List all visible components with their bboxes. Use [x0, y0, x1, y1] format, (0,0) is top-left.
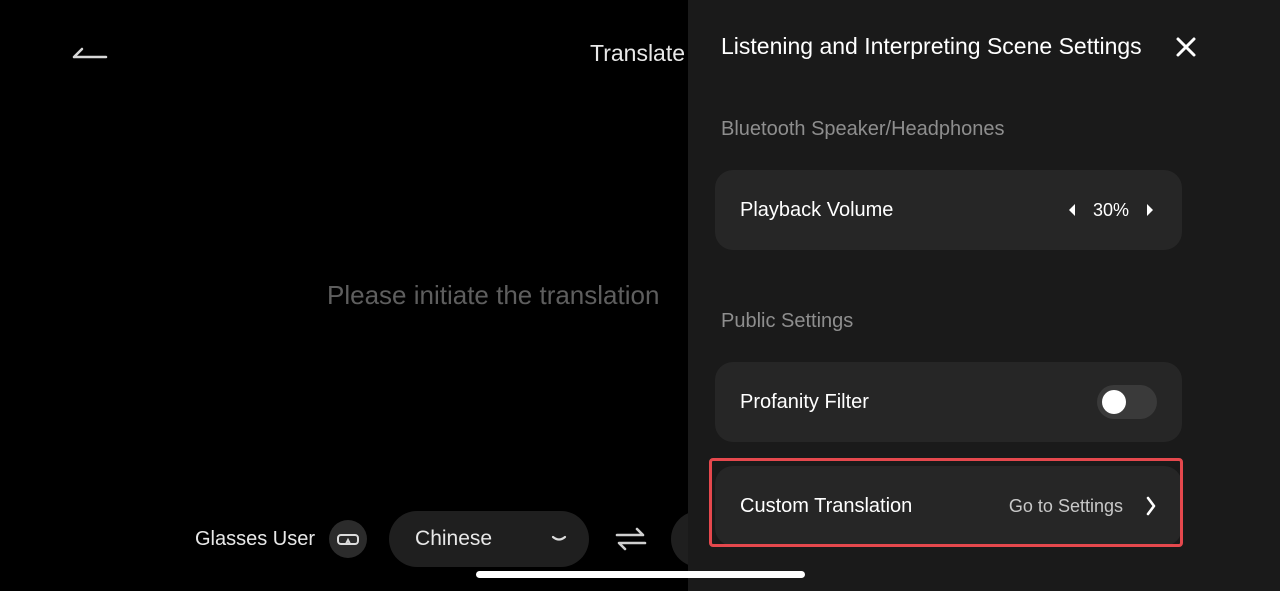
chevron-down-icon — [551, 535, 567, 541]
highlight-box — [709, 458, 1183, 547]
caret-left-icon — [1068, 204, 1075, 216]
panel-title: Listening and Interpreting Scene Setting… — [721, 33, 1142, 59]
toggle-knob — [1102, 390, 1126, 414]
close-icon — [1176, 37, 1196, 57]
volume-increase-button[interactable] — [1143, 200, 1157, 220]
glasses-button[interactable] — [329, 520, 368, 558]
volume-stepper: 30% — [1065, 200, 1157, 221]
page-title: Translate — [590, 40, 686, 66]
playback-volume-row: Playback Volume 30% — [715, 170, 1182, 250]
playback-volume-label: Playback Volume — [740, 198, 894, 221]
home-indicator — [476, 571, 805, 578]
profanity-filter-toggle[interactable] — [1097, 385, 1157, 419]
source-language-label: Chinese — [415, 527, 493, 550]
translation-prompt: Please initiate the translation — [327, 280, 660, 310]
profanity-filter-row: Profanity Filter — [715, 362, 1182, 442]
scene-settings-panel: Listening and Interpreting Scene Setting… — [688, 0, 1280, 591]
profanity-filter-label: Profanity Filter — [740, 390, 869, 413]
back-arrow-icon — [72, 47, 108, 59]
public-section-label: Public Settings — [721, 310, 854, 332]
volume-value: 30% — [1092, 199, 1129, 220]
swap-icon — [615, 527, 647, 551]
back-button[interactable] — [70, 38, 110, 64]
glasses-icon — [337, 534, 360, 545]
bluetooth-section-label: Bluetooth Speaker/Headphones — [721, 118, 1005, 140]
source-language-select[interactable]: Chinese — [389, 511, 590, 567]
swap-languages-button[interactable] — [613, 521, 649, 557]
close-button[interactable] — [1175, 36, 1197, 58]
glasses-user-label: Glasses User — [195, 527, 316, 550]
volume-decrease-button[interactable] — [1065, 200, 1079, 220]
caret-right-icon — [1147, 204, 1153, 216]
